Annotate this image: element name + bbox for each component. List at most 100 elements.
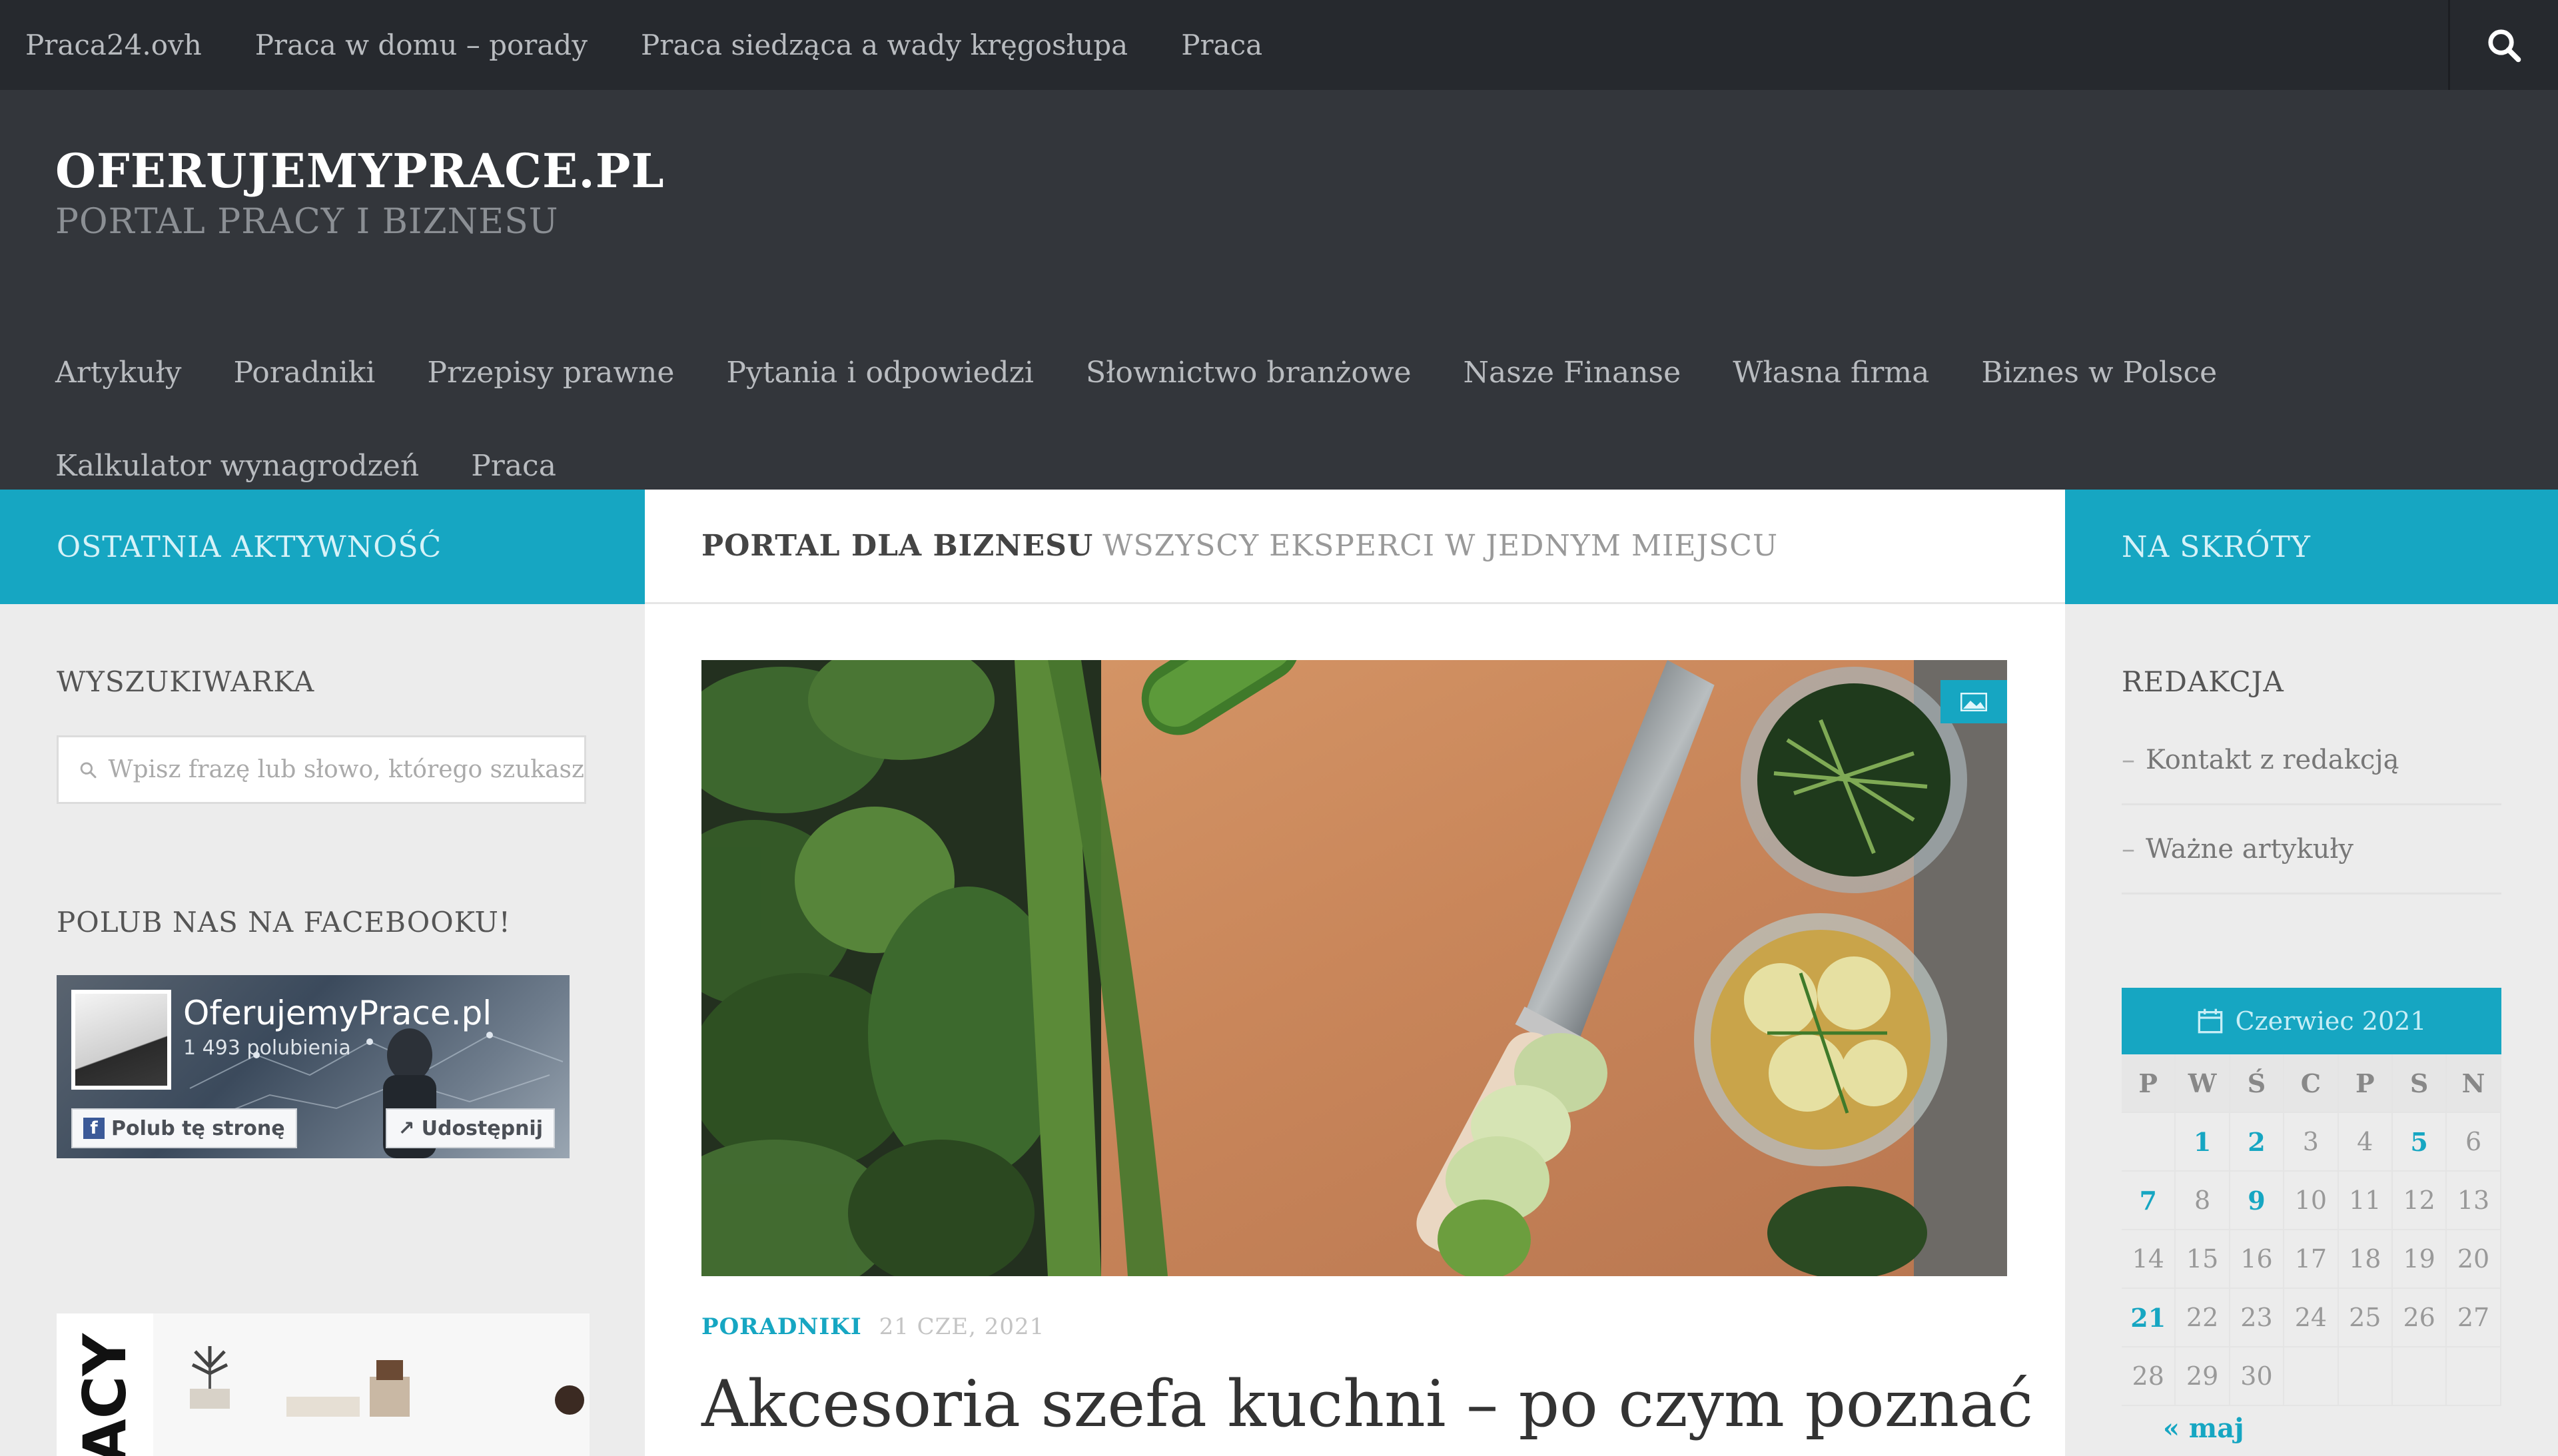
- calendar-day[interactable]: 21: [2122, 1289, 2176, 1347]
- content-heading: PORTAL DLA BIZNESU WSZYSCY EKSPERCI W JE…: [645, 490, 2065, 604]
- calendar-day: 4: [2338, 1113, 2393, 1172]
- facebook-share-label: Udostępnij: [421, 1116, 543, 1140]
- top-nav-item[interactable]: Praca24.ovh: [25, 29, 202, 61]
- calendar-icon: [2198, 1008, 2222, 1034]
- facebook-widget-title: POLUB NAS NA FACEBOOKU!: [57, 906, 511, 938]
- post-meta: PORADNIKI 21 CZE, 2021: [701, 1313, 1045, 1340]
- calendar-day: 14: [2122, 1230, 2176, 1289]
- calendar-day: 26: [2392, 1289, 2447, 1347]
- facebook-like-count: 1 493 polubienia: [183, 1036, 351, 1060]
- search-icon: [2488, 29, 2521, 62]
- main-nav-item-finanse[interactable]: Nasze Finanse: [1464, 326, 1681, 420]
- right-sidebar-header[interactable]: NA SKRÓTY: [2065, 490, 2558, 604]
- calendar-day[interactable]: 5: [2392, 1113, 2447, 1172]
- calendar-day: 15: [2176, 1230, 2230, 1289]
- link-kontakt-label: Kontakt z redakcją: [2146, 744, 2399, 775]
- calendar-day[interactable]: 7: [2122, 1172, 2176, 1230]
- link-wazne-label: Ważne artykuły: [2146, 833, 2353, 865]
- post-title[interactable]: Akcesoria szefa kuchni – po czym poznać: [701, 1367, 2033, 1441]
- calendar-day: 22: [2176, 1289, 2230, 1347]
- calendar-day: 3: [2284, 1113, 2339, 1172]
- calendar-day: 29: [2176, 1347, 2230, 1406]
- main-nav-item-biznes[interactable]: Biznes w Polsce: [1981, 326, 2217, 420]
- main-nav-item-przepisy[interactable]: Przepisy prawne: [427, 326, 674, 420]
- share-icon: ↗: [398, 1116, 415, 1140]
- main-nav-item-firma[interactable]: Własna firma: [1733, 326, 1929, 420]
- search-icon: [80, 761, 97, 778]
- calendar-month: Czerwiec 2021: [2235, 1006, 2427, 1036]
- facebook-icon: f: [83, 1118, 105, 1139]
- calendar-day: 19: [2392, 1230, 2447, 1289]
- calendar-prev-month-link[interactable]: « maj: [2122, 1413, 2501, 1444]
- main-nav: Artykuły Poradniki Przepisy prawne Pytan…: [55, 326, 2520, 513]
- calendar-day[interactable]: 9: [2230, 1172, 2285, 1230]
- calendar-weekdays: P W Ś C P S N: [2122, 1054, 2501, 1113]
- calendar-empty-cell: [2284, 1347, 2339, 1406]
- calendar-day: 25: [2338, 1289, 2393, 1347]
- top-nav-item[interactable]: Praca siedząca a wady kręgosłupa: [641, 29, 1128, 61]
- calendar-day[interactable]: 1: [2176, 1113, 2230, 1172]
- search-widget-title: WYSZUKIWARKA: [57, 665, 315, 698]
- calendar-day: 17: [2284, 1230, 2339, 1289]
- calendar-day[interactable]: 2: [2230, 1113, 2285, 1172]
- search-toggle-button[interactable]: [2448, 0, 2558, 90]
- top-nav-item[interactable]: Praca: [1181, 29, 1262, 61]
- main-nav-item-pytania[interactable]: Pytania i odpowiedzi: [726, 326, 1034, 420]
- calendar-days: 1 2 3 4 5 6 7 8 9 10 11 12 13 14 15 16 17 18 19 20 21 22 23 24 2…: [2122, 1113, 2501, 1406]
- site-title[interactable]: OFERUJEMYPRACE.PL: [55, 143, 665, 198]
- ad-banner[interactable]: RACY: [57, 1313, 590, 1456]
- calendar-week-row: 21 22 23 24 25 26 27: [2122, 1289, 2501, 1347]
- top-nav-item[interactable]: Praca w domu – porady: [255, 29, 588, 61]
- facebook-page-widget[interactable]: OferujemyPrace.pl 1 493 polubienia f Pol…: [57, 975, 570, 1158]
- calendar-day: 23: [2230, 1289, 2285, 1347]
- calendar-day: 27: [2447, 1289, 2501, 1347]
- calendar-day: 18: [2338, 1230, 2393, 1289]
- page: Praca24.ovh Praca w domu – porady Praca …: [0, 0, 2558, 1456]
- ad-image: [190, 1346, 584, 1417]
- calendar-day: 16: [2230, 1230, 2285, 1289]
- calendar-day: 24: [2284, 1289, 2339, 1347]
- featured-image[interactable]: [701, 660, 2007, 1276]
- weekday: Ś: [2230, 1054, 2285, 1113]
- list-dash: –: [2122, 744, 2135, 775]
- main-nav-item-poradniki[interactable]: Poradniki: [233, 326, 375, 420]
- main-content: PORADNIKI 21 CZE, 2021 Akcesoria szefa k…: [645, 604, 2065, 1456]
- calendar-day: 30: [2230, 1347, 2285, 1406]
- search-placeholder: Wpisz frazę lub słowo, którego szukasz: [108, 756, 584, 783]
- weekday: S: [2392, 1054, 2447, 1113]
- content-heading-light: WSZYSCY EKSPERCI W JEDNYM MIEJSCU: [1102, 529, 1779, 563]
- facebook-page-avatar: [71, 990, 171, 1090]
- calendar-day: 28: [2122, 1347, 2176, 1406]
- calendar-day: 6: [2447, 1113, 2501, 1172]
- top-bar: Praca24.ovh Praca w domu – porady Praca …: [0, 0, 2558, 90]
- search-input[interactable]: Wpisz frazę lub słowo, którego szukasz: [57, 735, 586, 804]
- facebook-page-name[interactable]: OferujemyPrace.pl: [183, 994, 492, 1032]
- list-dash: –: [2122, 833, 2135, 865]
- top-nav: Praca24.ovh Praca w domu – porady Praca …: [25, 0, 1262, 90]
- calendar-week-row: 28 29 30: [2122, 1347, 2501, 1406]
- calendar-day: 13: [2447, 1172, 2501, 1230]
- calendar-day: 20: [2447, 1230, 2501, 1289]
- calendar-empty-cell: [2338, 1347, 2393, 1406]
- redakcja-widget-title: REDAKCJA: [2122, 665, 2284, 698]
- calendar-week-row: 7 8 9 10 11 12 13: [2122, 1172, 2501, 1230]
- weekday: P: [2338, 1054, 2393, 1113]
- calendar-widget: Czerwiec 2021 P W Ś C P S N 1 2 3 4 5 6 7 8 9 10 1…: [2122, 988, 2501, 1444]
- redakcja-links: – Kontakt z redakcją – Ważne artykuły: [2122, 716, 2501, 895]
- post-category-link[interactable]: PORADNIKI: [701, 1313, 862, 1340]
- weekday: P: [2122, 1054, 2176, 1113]
- main-nav-item-slownictwo[interactable]: Słownictwo branżowe: [1086, 326, 1412, 420]
- facebook-share-button[interactable]: ↗ Udostępnij: [386, 1108, 555, 1148]
- site-tagline: PORTAL PRACY I BIZNESU: [55, 202, 559, 242]
- main-nav-item-artykuly[interactable]: Artykuły: [55, 326, 181, 420]
- calendar-empty-cell: [2447, 1347, 2501, 1406]
- facebook-like-label: Polub tę stronę: [111, 1116, 285, 1140]
- link-wazne-artykuly[interactable]: – Ważne artykuły: [2122, 805, 2501, 895]
- right-sidebar: REDAKCJA – Kontakt z redakcją – Ważne ar…: [2065, 604, 2558, 1456]
- left-sidebar: WYSZUKIWARKA Wpisz frazę lub słowo, któr…: [0, 604, 645, 1456]
- post-format-badge: [1940, 680, 2007, 723]
- left-sidebar-header[interactable]: OSTATNIA AKTYWNOŚĆ: [0, 490, 645, 604]
- weekday: N: [2447, 1054, 2501, 1113]
- link-kontakt[interactable]: – Kontakt z redakcją: [2122, 716, 2501, 805]
- facebook-like-button[interactable]: f Polub tę stronę: [71, 1108, 297, 1148]
